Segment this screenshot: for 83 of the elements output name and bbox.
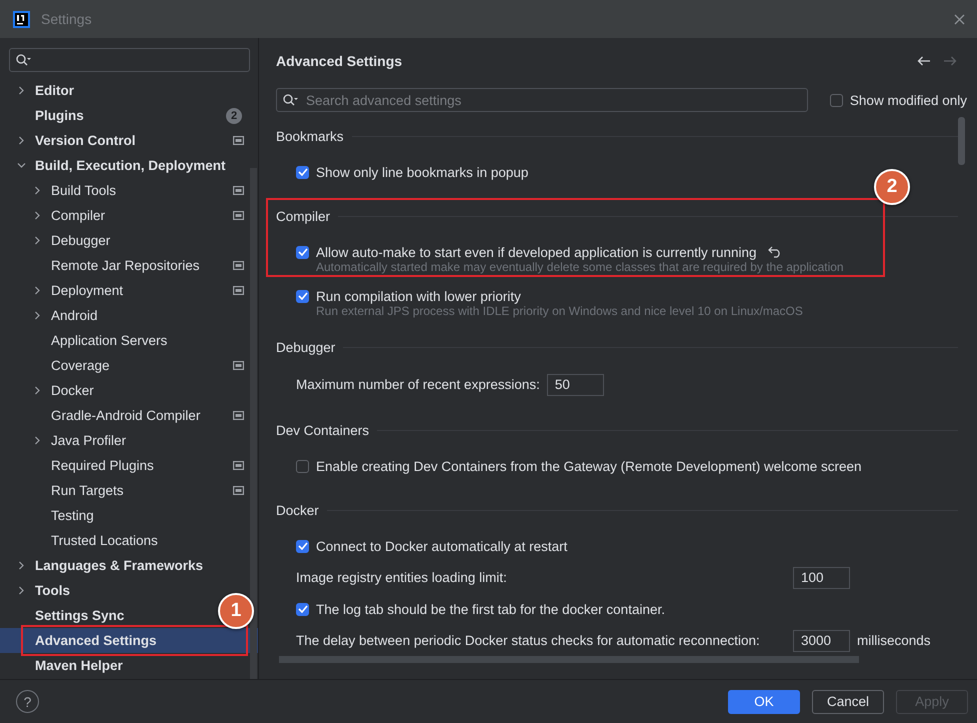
tree-item[interactable]: Version Control <box>0 131 258 150</box>
setting-description: Automatically started make may eventually delete some classes that are required by the application <box>316 260 845 274</box>
chevron-right-icon[interactable] <box>33 311 42 320</box>
checkbox-label: Connect to Docker automatically at restart <box>316 538 568 554</box>
page-title: Advanced Settings <box>276 52 402 68</box>
tree-item[interactable]: Tools <box>0 581 84 600</box>
tree-item[interactable]: Settings Sync <box>0 606 138 625</box>
section-title: Bookmarks <box>276 128 344 144</box>
chevron-right-icon[interactable] <box>17 561 26 570</box>
chevron-right-icon[interactable] <box>17 86 26 95</box>
tree-item[interactable]: Gradle-Android Compiler <box>0 406 258 425</box>
count-badge: 2 <box>226 108 242 124</box>
section-title: Docker <box>276 502 319 518</box>
checkbox-label: Show modified only <box>850 92 967 108</box>
checkbox-label: Allow auto-make to start even if developed application is currently running <box>316 244 756 260</box>
unit-label: milliseconds <box>857 633 931 648</box>
reset-icon[interactable] <box>768 246 782 258</box>
tree-item[interactable]: Run Targets <box>0 481 258 500</box>
checkbox-label: The log tab should be the first tab for the docker container. <box>316 602 665 616</box>
section-title: Debugger <box>276 340 336 354</box>
search-field[interactable]: Search advanced settings <box>276 88 808 112</box>
dialog-button[interactable]: Cancel <box>812 690 884 714</box>
help-button[interactable]: ? <box>16 690 39 713</box>
checkbox[interactable] <box>296 602 309 616</box>
chevron-right-icon[interactable] <box>33 236 42 245</box>
tree-item[interactable]: Trusted Locations <box>0 531 172 550</box>
setting-label: Maximum number of recent expressions: <box>296 377 540 392</box>
tree-item[interactable]: Testing <box>0 506 108 525</box>
chevron-right-icon[interactable] <box>17 136 26 145</box>
tree-item[interactable]: Docker <box>0 381 108 400</box>
close-icon[interactable] <box>954 14 965 24</box>
chevron-down-icon[interactable] <box>17 161 26 170</box>
checkbox[interactable] <box>296 246 309 258</box>
scrollbar-track[interactable] <box>250 168 257 679</box>
checkbox[interactable] <box>296 460 309 472</box>
search-field[interactable] <box>9 48 250 72</box>
step-badge: 1 <box>218 593 254 629</box>
tree-item[interactable]: Plugins 2 <box>0 106 258 125</box>
step-badge: 2 <box>874 169 910 205</box>
tree-item[interactable]: Coverage <box>0 356 258 375</box>
chevron-right-icon[interactable] <box>33 436 42 445</box>
chevron-right-icon[interactable] <box>33 386 42 395</box>
tree-item[interactable]: Build Tools <box>0 181 258 200</box>
checkbox-label: Enable creating Dev Containers from the Gateway (Remote Development) welcome screen <box>316 458 862 474</box>
setting-description: Run external JPS process with IDLE priority on Windows and nice level 10 on Linux/macOS <box>316 304 804 318</box>
search-icon <box>16 54 31 66</box>
chevron-right-icon[interactable] <box>33 286 42 295</box>
scrollbar-thumb[interactable] <box>279 656 859 663</box>
checkbox[interactable] <box>296 166 309 178</box>
ok-button[interactable]: OK <box>728 690 800 714</box>
tree-item[interactable]: Maven Helper <box>0 656 137 675</box>
checkbox[interactable] <box>296 290 309 302</box>
search-icon <box>283 94 298 106</box>
checkbox-label: Run compilation with lower priority <box>316 288 521 304</box>
tree-item[interactable]: Languages & Frameworks <box>0 556 218 575</box>
section-title: Dev Containers <box>276 422 370 438</box>
tree-item[interactable]: Application Servers <box>0 331 182 350</box>
chevron-right-icon[interactable] <box>17 586 26 595</box>
tree-item[interactable]: Debugger <box>0 231 124 250</box>
tree-item[interactable]: Build, Execution, Deployment <box>0 156 240 175</box>
setting-label: Image registry entities loading limit: <box>296 570 508 585</box>
checkbox[interactable] <box>296 540 309 552</box>
setting-label: The delay between periodic Docker status checks for automatic reconnection: <box>296 633 761 648</box>
number-field[interactable]: 50 <box>546 374 604 396</box>
checkbox[interactable] <box>830 94 843 106</box>
number-field[interactable]: 100 <box>793 566 850 588</box>
tree-item[interactable]: Remote Jar Repositories <box>0 256 258 275</box>
back-arrow-icon[interactable] <box>917 56 931 66</box>
scrollbar-thumb[interactable] <box>958 117 965 165</box>
section-title: Compiler <box>276 208 330 224</box>
tree-item[interactable]: Required Plugins <box>0 456 258 475</box>
tree-item[interactable]: Compiler <box>0 206 258 225</box>
tree-item[interactable]: Editor <box>0 81 88 100</box>
chevron-right-icon[interactable] <box>33 211 42 220</box>
tree-item[interactable]: Advanced Settings <box>0 628 258 653</box>
tree-item[interactable]: Deployment <box>0 281 258 300</box>
tree-item[interactable]: Android <box>0 306 112 325</box>
checkbox-label: Show only line bookmarks in popup <box>316 164 528 180</box>
app-logo-icon <box>13 10 30 28</box>
chevron-right-icon[interactable] <box>33 186 42 195</box>
number-field[interactable]: 3000 <box>793 630 850 652</box>
tree-item[interactable]: Java Profiler <box>0 431 140 450</box>
window-title: Settings <box>41 11 92 27</box>
